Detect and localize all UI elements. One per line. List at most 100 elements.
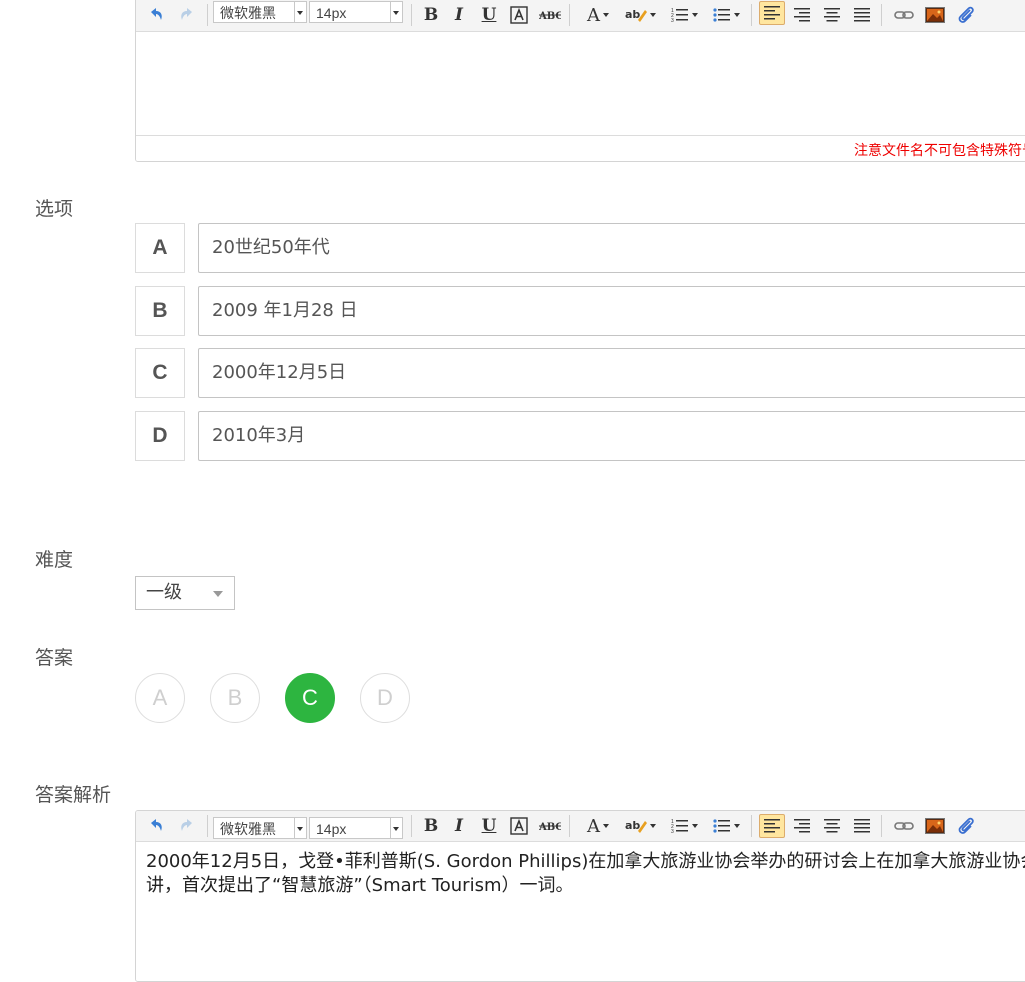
strikethrough-button[interactable]: ABC <box>537 815 563 837</box>
toolbar-separator <box>881 4 882 26</box>
font-color-button[interactable]: A <box>581 4 615 26</box>
chevron-down-icon <box>294 818 306 838</box>
italic-button[interactable]: I <box>447 4 471 26</box>
align-justify-icon <box>854 819 870 833</box>
toolbar-separator <box>751 4 752 26</box>
font-family-value: 微软雅黑 <box>220 821 276 837</box>
redo-icon <box>181 819 192 831</box>
font-family-select[interactable]: 微软雅黑 <box>213 817 307 839</box>
align-center-icon <box>824 8 840 22</box>
bold-button[interactable]: B <box>419 815 443 837</box>
underline-button[interactable]: U <box>477 4 501 26</box>
question-editor-body[interactable] <box>136 32 1025 135</box>
ordered-list-button[interactable]: 123 <box>666 4 702 26</box>
align-right-button[interactable] <box>789 815 815 837</box>
ordered-list-icon: 123 <box>671 8 688 23</box>
editor-footer: 注意文件名不可包含特殊符号 <box>136 135 1025 161</box>
link-button[interactable] <box>891 4 917 26</box>
editor-toolbar: 微软雅黑 14px B I U ABC A ab 123 <box>136 811 1025 842</box>
analysis-label: 答案解析 <box>35 785 112 806</box>
option-input-d[interactable]: 2010年3月 <box>198 411 1025 461</box>
redo-button[interactable] <box>175 815 199 837</box>
svg-text:ABC: ABC <box>539 822 561 833</box>
answer-label: 答案 <box>35 648 74 669</box>
chevron-down-icon <box>213 591 223 597</box>
align-center-button[interactable] <box>819 815 845 837</box>
link-button[interactable] <box>891 815 917 837</box>
bold-icon: B <box>423 5 439 25</box>
underline-icon: U <box>481 5 497 25</box>
font-size-select[interactable]: 14px <box>309 817 403 839</box>
image-button[interactable] <box>922 815 948 837</box>
undo-button[interactable] <box>144 4 168 26</box>
attachment-button[interactable] <box>953 815 979 837</box>
font-family-select[interactable]: 微软雅黑 <box>213 1 307 23</box>
svg-text:ABC: ABC <box>539 11 561 22</box>
font-color-button[interactable]: A <box>581 815 615 837</box>
font-border-icon <box>510 817 528 835</box>
analysis-line-2: 讲，首次提出了“智慧旅游”（Smart Tourism）一词。 <box>146 875 574 896</box>
answer-choice-a[interactable]: A <box>135 673 185 723</box>
font-border-icon <box>510 6 528 24</box>
option-letter-d: D <box>135 411 185 461</box>
align-left-icon <box>764 6 780 20</box>
paperclip-icon <box>958 817 974 834</box>
answer-choice-b[interactable]: B <box>210 673 260 723</box>
svg-text:ab: ab <box>625 8 640 21</box>
difficulty-value: 一级 <box>146 582 182 603</box>
align-left-button[interactable] <box>759 814 785 838</box>
highlight-icon: ab <box>625 819 647 833</box>
align-justify-icon <box>854 8 870 22</box>
chevron-down-icon <box>390 818 402 838</box>
answer-choice-c[interactable]: C <box>285 673 335 723</box>
font-border-button[interactable] <box>507 4 531 26</box>
option-input-c[interactable]: 2000年12月5日 <box>198 348 1025 398</box>
font-size-select[interactable]: 14px <box>309 1 403 23</box>
ordered-list-button[interactable]: 123 <box>666 815 702 837</box>
redo-button[interactable] <box>175 4 199 26</box>
strikethrough-button[interactable]: ABC <box>537 4 563 26</box>
answer-choice-d[interactable]: D <box>360 673 410 723</box>
option-input-b[interactable]: 2009 年1月28 日 <box>198 286 1025 336</box>
toolbar-separator <box>569 815 570 837</box>
image-button[interactable] <box>922 4 948 26</box>
bold-button[interactable]: B <box>419 4 443 26</box>
align-justify-button[interactable] <box>849 815 875 837</box>
difficulty-label: 难度 <box>35 550 74 571</box>
align-center-button[interactable] <box>819 4 845 26</box>
align-right-button[interactable] <box>789 4 815 26</box>
chevron-down-icon <box>603 824 609 828</box>
align-justify-button[interactable] <box>849 4 875 26</box>
attachment-button[interactable] <box>953 4 979 26</box>
difficulty-select[interactable]: 一级 <box>135 576 235 610</box>
option-input-a[interactable]: 20世纪50年代 <box>198 223 1025 273</box>
chevron-down-icon <box>649 824 656 828</box>
align-left-icon <box>764 819 780 833</box>
highlight-button[interactable]: ab <box>622 4 658 26</box>
chevron-down-icon <box>649 13 656 17</box>
italic-button[interactable]: I <box>447 815 471 837</box>
ordered-list-icon: 123 <box>671 819 688 834</box>
underline-button[interactable]: U <box>477 815 501 837</box>
undo-button[interactable] <box>144 815 168 837</box>
font-border-button[interactable] <box>507 815 531 837</box>
align-right-icon <box>794 819 810 833</box>
toolbar-separator <box>569 4 570 26</box>
italic-icon: I <box>455 5 463 25</box>
svg-text:3: 3 <box>671 829 674 834</box>
strikethrough-icon: ABC <box>539 822 561 833</box>
highlight-button[interactable]: ab <box>622 815 658 837</box>
bold-icon: B <box>423 816 439 836</box>
unordered-list-icon <box>712 819 730 833</box>
editor-toolbar: 微软雅黑 14px B I U ABC A ab 123 <box>136 0 1025 32</box>
toolbar-separator <box>207 4 208 26</box>
options-label: 选项 <box>35 199 74 220</box>
chevron-down-icon <box>294 2 306 22</box>
paperclip-icon <box>958 6 974 23</box>
italic-icon: I <box>455 816 463 836</box>
unordered-list-button[interactable] <box>708 815 744 837</box>
toolbar-separator <box>411 4 412 26</box>
align-left-button[interactable] <box>759 1 785 25</box>
analysis-editor-body[interactable]: 2000年12月5日，戈登•菲利普斯(S. Gordon Phillips)在加… <box>136 842 1025 981</box>
unordered-list-button[interactable] <box>708 4 744 26</box>
